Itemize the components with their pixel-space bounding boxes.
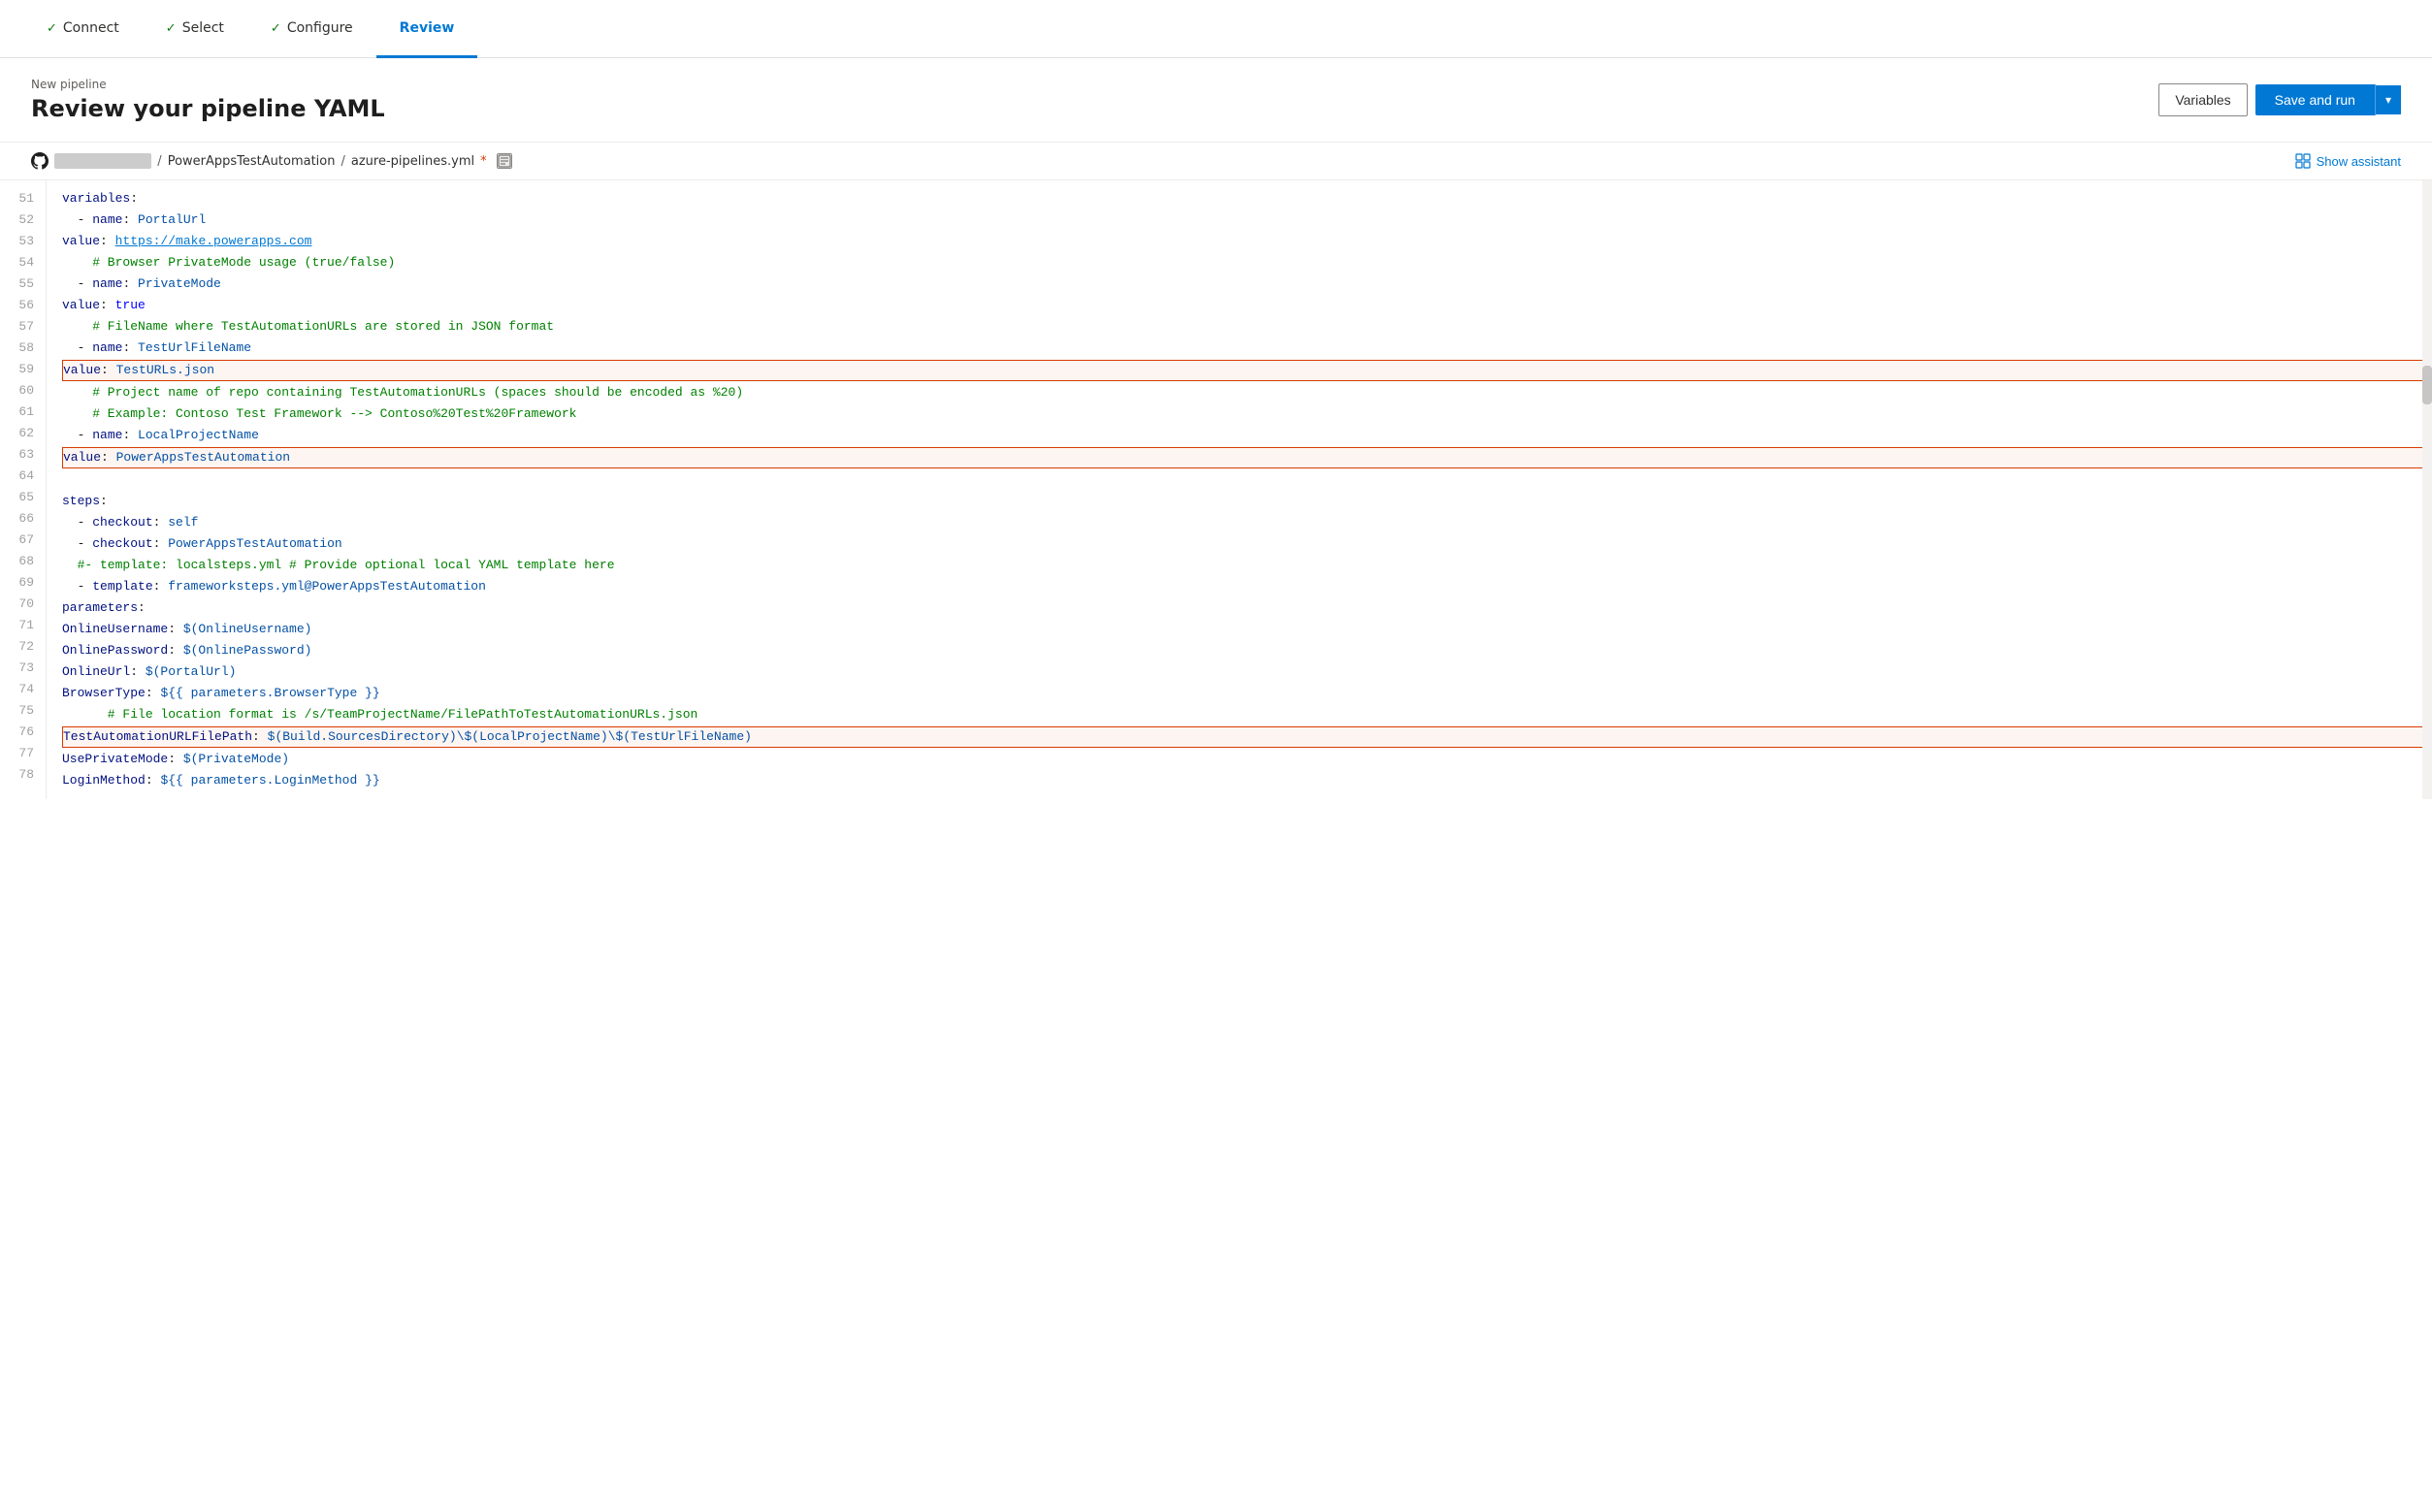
code-line-64 xyxy=(62,469,2432,491)
code-line-54: # Browser PrivateMode usage (true/false) xyxy=(62,252,2432,273)
assistant-icon xyxy=(2295,153,2311,169)
header-actions: Variables Save and run ▾ xyxy=(2158,83,2401,116)
file-bar: ██████████ / PowerAppsTestAutomation / a… xyxy=(0,143,2432,180)
scrollbar-thumb[interactable] xyxy=(2422,366,2432,404)
tab-connect-label: Connect xyxy=(63,20,119,36)
code-line-74: BrowserType: ${{ parameters.BrowserType … xyxy=(62,683,2432,704)
line-numbers: 5152535455565758596061626364656667686970… xyxy=(0,180,47,799)
modified-marker: * xyxy=(480,154,487,169)
check-icon-configure: ✓ xyxy=(271,21,281,36)
file-edit-icon[interactable] xyxy=(497,153,512,169)
code-line-69: - template: frameworksteps.yml@PowerApps… xyxy=(62,576,2432,597)
code-line-71: OnlineUsername: $(OnlineUsername) xyxy=(62,619,2432,640)
page-header: New pipeline Review your pipeline YAML V… xyxy=(0,58,2432,143)
check-icon-connect: ✓ xyxy=(47,21,57,36)
tab-review-label: Review xyxy=(400,20,455,36)
code-lines: variables: - name: PortalUrl value: http… xyxy=(47,180,2432,799)
code-line-73: OnlineUrl: $(PortalUrl) xyxy=(62,661,2432,683)
code-editor-container: 5152535455565758596061626364656667686970… xyxy=(0,180,2432,799)
code-line-77: UsePrivateMode: $(PrivateMode) xyxy=(62,749,2432,770)
scrollbar-track[interactable] xyxy=(2422,180,2432,799)
repo-name: PowerAppsTestAutomation xyxy=(168,154,336,169)
header-left: New pipeline Review your pipeline YAML xyxy=(31,78,385,122)
repo-blurred: ██████████ xyxy=(54,153,151,169)
code-line-76: TestAutomationURLFilePath: $(Build.Sourc… xyxy=(62,726,2432,748)
tab-connect[interactable]: ✓ Connect xyxy=(23,1,143,58)
variables-button[interactable]: Variables xyxy=(2158,83,2247,116)
tab-configure-label: Configure xyxy=(287,20,353,36)
save-run-button[interactable]: Save and run xyxy=(2255,84,2376,115)
code-line-53: value: https://make.powerapps.com xyxy=(62,231,2432,252)
code-line-52: - name: PortalUrl xyxy=(62,209,2432,231)
save-run-button-group: Save and run ▾ xyxy=(2255,84,2401,115)
code-line-63: value: PowerAppsTestAutomation xyxy=(62,447,2432,468)
code-line-66: - checkout: self xyxy=(62,512,2432,533)
code-editor[interactable]: 5152535455565758596061626364656667686970… xyxy=(0,180,2432,799)
path-separator-2: / xyxy=(340,154,344,169)
code-line-57: # FileName where TestAutomationURLs are … xyxy=(62,316,2432,338)
code-line-59: value: TestURLs.json xyxy=(62,360,2432,381)
code-line-56: value: true xyxy=(62,295,2432,316)
tab-select[interactable]: ✓ Select xyxy=(143,1,247,58)
code-line-51: variables: xyxy=(62,188,2432,209)
wizard-tabs: ✓ Connect ✓ Select ✓ Configure Review xyxy=(0,0,2432,58)
show-assistant-button[interactable]: Show assistant xyxy=(2295,153,2401,169)
code-line-58: - name: TestUrlFileName xyxy=(62,338,2432,359)
path-separator-1: / xyxy=(157,154,161,169)
code-line-67: - checkout: PowerAppsTestAutomation xyxy=(62,533,2432,555)
code-line-78: LoginMethod: ${{ parameters.LoginMethod … xyxy=(62,770,2432,791)
save-run-dropdown-button[interactable]: ▾ xyxy=(2376,85,2401,114)
code-line-75: # File location format is /s/TeamProject… xyxy=(62,704,2432,725)
code-line-62: - name: LocalProjectName xyxy=(62,425,2432,446)
code-line-61: # Example: Contoso Test Framework --> Co… xyxy=(62,403,2432,425)
filename: azure-pipelines.yml xyxy=(351,154,474,169)
tab-select-label: Select xyxy=(182,20,224,36)
file-path: ██████████ / PowerAppsTestAutomation / a… xyxy=(31,152,512,170)
code-line-72: OnlinePassword: $(OnlinePassword) xyxy=(62,640,2432,661)
check-icon-select: ✓ xyxy=(166,21,177,36)
breadcrumb: New pipeline xyxy=(31,78,385,91)
show-assistant-label: Show assistant xyxy=(2317,154,2401,169)
github-icon xyxy=(31,152,49,170)
code-line-70: parameters: xyxy=(62,597,2432,619)
code-line-55: - name: PrivateMode xyxy=(62,273,2432,295)
tab-review[interactable]: Review xyxy=(376,1,478,58)
code-line-65: steps: xyxy=(62,491,2432,512)
page-title: Review your pipeline YAML xyxy=(31,95,385,122)
code-line-68: #- template: localsteps.yml # Provide op… xyxy=(62,555,2432,576)
code-line-60: # Project name of repo containing TestAu… xyxy=(62,382,2432,403)
tab-configure[interactable]: ✓ Configure xyxy=(247,1,376,58)
